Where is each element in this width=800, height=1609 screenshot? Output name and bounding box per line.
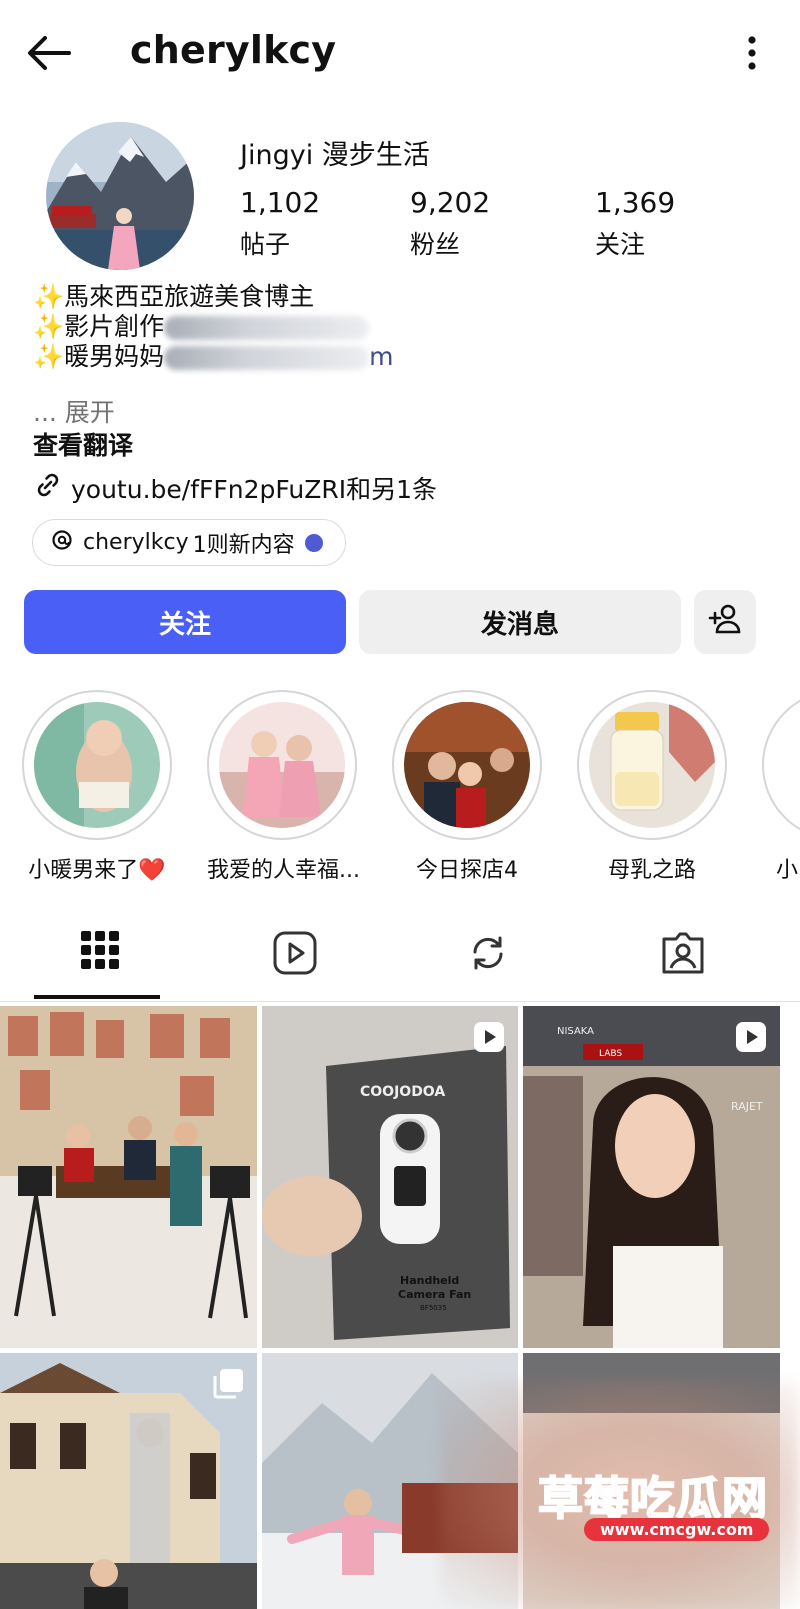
product-brand-text: COOJODOA (360, 1084, 445, 1100)
highlight-label: 小 (776, 858, 799, 880)
top-bar: cherylkcy (0, 0, 800, 110)
stat-value: 9,202 (410, 186, 491, 219)
highlight-thumbnail (589, 702, 715, 828)
tab-reels[interactable] (195, 918, 395, 1002)
stat-value: 1,102 (240, 186, 321, 219)
highlight-label: 母乳之路 (607, 858, 696, 883)
tagged-person-icon (660, 930, 706, 980)
repost-icon (465, 930, 511, 980)
watermark-url: www.cmcgw.com (584, 1518, 770, 1541)
blurred-text (164, 346, 370, 370)
reel-icon (734, 1020, 768, 1054)
blurred-text (164, 316, 370, 340)
highlight-item[interactable]: 母乳之路 (577, 690, 727, 883)
highlight-label: 小暖男来了❤️ (28, 858, 166, 883)
reel-icon (472, 1020, 506, 1054)
highlight-ring (762, 690, 800, 840)
highlight-ring (577, 690, 727, 840)
product-model: BF5035 (420, 1304, 447, 1312)
stat-label: 关注 (595, 230, 646, 259)
highlight-label: 今日探店4 (416, 858, 518, 883)
carousel-icon (211, 1367, 245, 1401)
see-translation-link[interactable]: 查看翻译 (33, 426, 133, 462)
profile-avatar[interactable] (46, 122, 194, 270)
new-content-dot (304, 533, 323, 552)
tab-posts[interactable] (0, 918, 200, 1002)
profile-username: cherylkcy (130, 28, 337, 72)
product-line-1: Handheld (400, 1274, 459, 1287)
grid-post[interactable] (0, 1006, 257, 1348)
link-text: youtu.be/fFFn2pFuZRI和另1条 (71, 475, 438, 504)
bio-line: ✨馬來西亞旅遊美食博主 (33, 282, 315, 311)
highlight-item[interactable]: 小 (762, 690, 800, 880)
highlight-label: 我爱的人幸福... (207, 858, 360, 883)
stat-label: 帖子 (240, 230, 291, 259)
threads-badge[interactable]: cherylkcy 1则新内容 (32, 519, 346, 566)
highlight-item[interactable]: 小暖男来了❤️ (22, 690, 172, 883)
tab-tagged[interactable] (583, 918, 783, 1002)
stat-posts[interactable]: 1,102 帖子 (240, 186, 390, 261)
bio: ✨馬來西亞旅遊美食博主 ✨影片創作 ✨暖男妈妈 m (33, 282, 394, 372)
add-person-icon (707, 603, 743, 642)
stat-label: 粉丝 (410, 230, 461, 259)
more-options-icon[interactable] (740, 30, 764, 76)
active-tab-indicator (34, 995, 160, 999)
grid-post[interactable]: COOJODOA Handheld Camera Fan BF5035 (262, 1006, 518, 1348)
add-person-button[interactable] (694, 590, 756, 654)
highlight-thumbnail (219, 702, 345, 828)
bio-expand-link[interactable]: ... 展开 (33, 393, 115, 429)
stat-followers[interactable]: 9,202 粉丝 (410, 186, 560, 261)
sign-text-3: RAJET (731, 1100, 763, 1113)
highlight-ring (22, 690, 172, 840)
grid-post[interactable] (0, 1353, 257, 1609)
message-button[interactable]: 发消息 (359, 590, 681, 654)
sign-text-2: LABS (599, 1049, 622, 1059)
highlight-thumbnail (34, 702, 160, 828)
stat-value: 1,369 (595, 186, 676, 219)
bio-line: ✨暖男妈妈 m (33, 342, 394, 371)
grid-icon (80, 930, 120, 974)
product-line-2: Camera Fan (398, 1288, 471, 1301)
threads-icon (51, 529, 73, 557)
back-arrow-icon[interactable] (24, 30, 74, 76)
highlight-item[interactable]: 今日探店4 (392, 690, 542, 883)
stat-following[interactable]: 1,369 关注 (595, 186, 745, 261)
profile-link[interactable]: youtu.be/fFFn2pFuZRI和另1条 (33, 470, 437, 506)
threads-text: 1则新内容 (192, 532, 295, 558)
highlight-thumbnail (404, 702, 530, 828)
highlight-item[interactable]: 我爱的人幸福... (207, 690, 360, 883)
display-name: Jingyi 漫步生活 (240, 140, 430, 171)
grid-post[interactable]: NISAKA LABS RAJET (523, 1006, 780, 1348)
reels-icon (272, 930, 318, 980)
follow-button[interactable]: 关注 (24, 590, 346, 654)
link-icon (33, 470, 63, 506)
highlight-ring (207, 690, 357, 840)
highlight-ring (392, 690, 542, 840)
tab-reposts[interactable] (388, 918, 588, 1002)
bio-line: ✨影片創作 (33, 312, 394, 342)
profile-tabs (0, 918, 800, 1002)
threads-handle: cherylkcy (83, 530, 189, 555)
sign-text-1: NISAKA (557, 1026, 594, 1037)
